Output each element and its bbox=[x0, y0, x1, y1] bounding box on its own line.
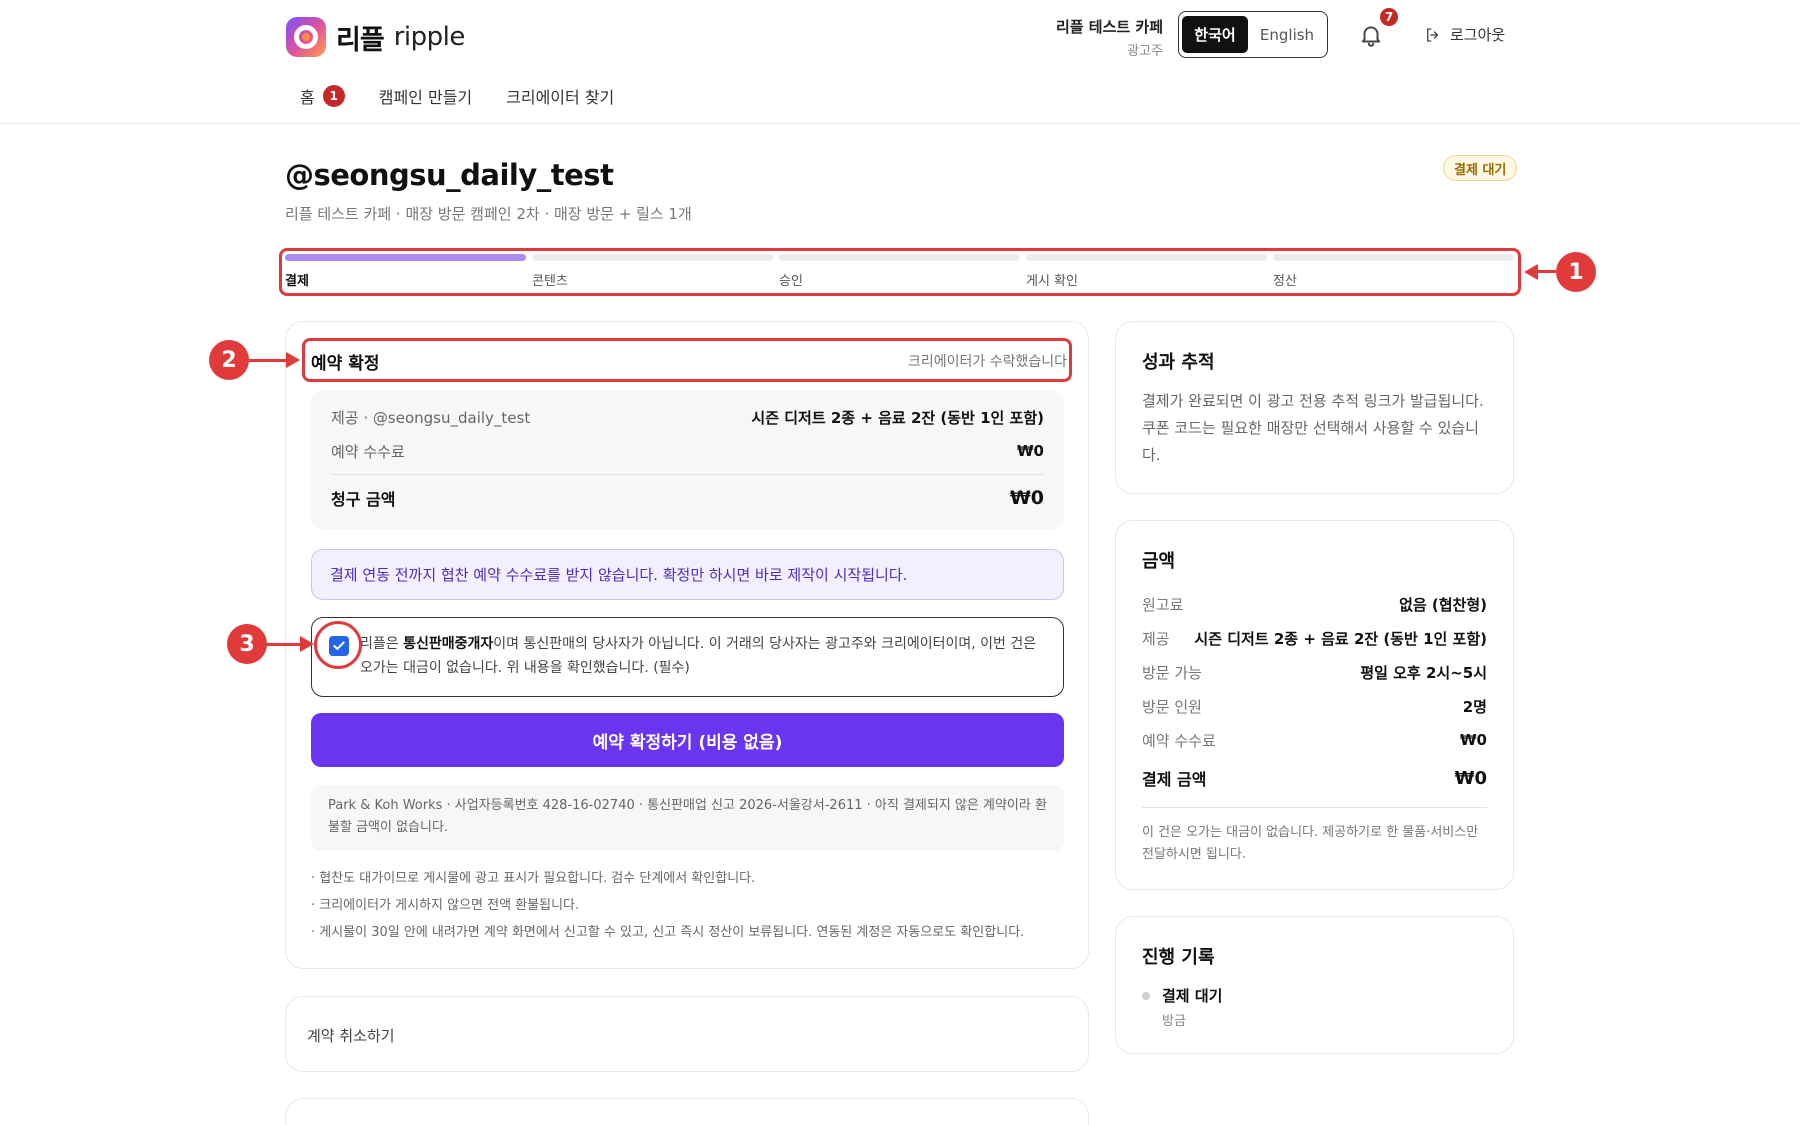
account-name: 리플 테스트 카페 bbox=[1055, 18, 1163, 36]
amount-total-label: 결제 금액 bbox=[1142, 770, 1207, 789]
amount-label: 방문 인원 bbox=[1142, 697, 1202, 716]
annotation-highlight-3 bbox=[314, 621, 362, 669]
logout-button[interactable]: 로그아웃 bbox=[1424, 24, 1505, 45]
amount-value: 없음 (협찬형) bbox=[1399, 595, 1487, 614]
annotation-arrow-2-line bbox=[249, 359, 289, 362]
policy-bullet: · 협찬도 대가이므로 게시물에 광고 표시가 필요합니다. 검수 단계에서 확… bbox=[311, 871, 756, 886]
ripple-logo-icon bbox=[286, 17, 326, 57]
tracking-title: 성과 추적 bbox=[1142, 352, 1215, 373]
tracking-card: 성과 추적 결제가 완료되면 이 광고 전용 추적 링크가 발급됩니다. 쿠폰 … bbox=[1115, 321, 1514, 494]
annotation-callout-3: 3 bbox=[227, 624, 267, 664]
amount-label: 방문 가능 bbox=[1142, 663, 1202, 682]
annotation-callout-2: 2 bbox=[209, 340, 249, 380]
history-item: 결제 대기 방금 bbox=[1142, 985, 1487, 1029]
main-nav: 홈 1 캠페인 만들기 크리에이터 찾기 bbox=[300, 84, 614, 108]
policy-bullets: · 협찬도 대가이므로 게시물에 광고 표시가 필요합니다. 검수 단계에서 확… bbox=[311, 865, 1071, 946]
annotation-highlight-1 bbox=[279, 248, 1521, 296]
amount-row: 방문 인원 2명 bbox=[1142, 689, 1487, 723]
summary-value: 시즌 디저트 2종 + 음료 2잔 (동반 1인 포함) bbox=[751, 408, 1044, 427]
additional-card bbox=[285, 1098, 1089, 1125]
amount-value: 2명 bbox=[1462, 697, 1487, 716]
policy-bullet: · 게시물이 30일 안에 내려가면 계약 화면에서 신고할 수 있고, 신고 … bbox=[311, 925, 1025, 940]
amount-row: 방문 가능 평일 오후 2시~5시 bbox=[1142, 655, 1487, 689]
summary-label: 예약 수수료 bbox=[331, 442, 405, 461]
lang-korean-button[interactable]: 한국어 bbox=[1182, 16, 1248, 53]
summary-value: ₩0 bbox=[1017, 442, 1044, 460]
status-badge: 결제 대기 bbox=[1443, 155, 1518, 181]
amount-total-value: ₩0 bbox=[1454, 767, 1487, 789]
divider bbox=[1142, 807, 1487, 808]
amount-title: 금액 bbox=[1142, 551, 1176, 572]
annotation-arrow-1-line bbox=[1536, 270, 1556, 273]
lang-english-button[interactable]: English bbox=[1250, 16, 1324, 53]
summary-row-offer: 제공 · @seongsu_daily_test 시즌 디저트 2종 + 음료 … bbox=[331, 400, 1044, 434]
confirm-reservation-button[interactable]: 예약 확정하기 (비용 없음) bbox=[311, 713, 1064, 767]
amount-row: 예약 수수료 ₩0 bbox=[1142, 723, 1487, 757]
history-item-time: 방금 bbox=[1162, 1014, 1186, 1029]
logo-text-en: ripple bbox=[393, 22, 466, 52]
amount-value: ₩0 bbox=[1460, 731, 1487, 749]
history-item-title: 결제 대기 bbox=[1162, 987, 1223, 1005]
language-toggle: 한국어 English bbox=[1178, 11, 1328, 58]
amount-total-row: 결제 금액 ₩0 bbox=[1142, 761, 1487, 795]
consent-box[interactable]: 리플은 통신판매중개자이며 통신판매의 당사자가 아닙니다. 이 거래의 당사자… bbox=[311, 617, 1064, 697]
amount-value: 평일 오후 2시~5시 bbox=[1360, 663, 1487, 682]
amount-label: 원고료 bbox=[1142, 595, 1184, 614]
amount-value: 시즌 디저트 2종 + 음료 2잔 (동반 1인 포함) bbox=[1194, 629, 1487, 648]
logout-icon bbox=[1427, 27, 1439, 42]
nav-home-label: 홈 bbox=[300, 88, 315, 107]
consent-text-pre: 리플은 bbox=[360, 636, 404, 652]
amount-row: 원고료 없음 (협찬형) bbox=[1142, 587, 1487, 621]
top-header: 리플 ripple 리플 테스트 카페 광고주 한국어 English 7 로그… bbox=[0, 0, 1800, 124]
policy-bullet: · 크리에이터가 게시하지 않으면 전액 환불됩니다. bbox=[311, 898, 580, 913]
amount-row: 제공 시즌 디저트 2종 + 음료 2잔 (동반 1인 포함) bbox=[1142, 621, 1487, 655]
notification-badge: 7 bbox=[1378, 6, 1400, 28]
bell-icon[interactable] bbox=[1358, 22, 1384, 48]
account-info: 리플 테스트 카페 광고주 bbox=[903, 16, 1163, 59]
consent-text-bold: 통신판매중개자 bbox=[403, 636, 494, 652]
summary-label: 제공 · @seongsu_daily_test bbox=[331, 408, 531, 427]
annotation-arrow-2 bbox=[286, 352, 300, 368]
annotation-highlight-2 bbox=[302, 338, 1072, 382]
account-role: 광고주 bbox=[1127, 44, 1163, 59]
logo-text-ko: 리플 bbox=[336, 24, 385, 56]
summary-row-fee: 예약 수수료 ₩0 bbox=[331, 434, 1044, 468]
reservation-summary: 제공 · @seongsu_daily_test 시즌 디저트 2종 + 음료 … bbox=[311, 391, 1064, 529]
nav-item-find-creator[interactable]: 크리에이터 찾기 bbox=[506, 84, 614, 108]
cancel-contract-button[interactable]: 계약 취소하기 bbox=[307, 1025, 395, 1046]
nav-home-badge: 1 bbox=[322, 85, 345, 107]
divider bbox=[331, 474, 1044, 475]
amount-label: 예약 수수료 bbox=[1142, 731, 1216, 750]
history-dot-icon bbox=[1142, 992, 1150, 1000]
amount-card: 금액 원고료 없음 (협찬형) 제공 시즌 디저트 2종 + 음료 2잔 (동반… bbox=[1115, 520, 1514, 890]
summary-row-total: 청구 금액 ₩0 bbox=[331, 481, 1044, 515]
amount-footnote: 이 건은 오가는 대금이 없습니다. 제공하기로 한 물품·서비스만 전달하시면… bbox=[1142, 825, 1479, 862]
nav-item-home[interactable]: 홈 1 bbox=[300, 84, 345, 108]
logout-label: 로그아웃 bbox=[1450, 26, 1506, 44]
tracking-text: 결제가 완료되면 이 광고 전용 추적 링크가 발급됩니다. 쿠폰 코드는 필요… bbox=[1142, 392, 1484, 464]
history-card: 진행 기록 결제 대기 방금 bbox=[1115, 916, 1514, 1054]
annotation-arrow-3-line bbox=[267, 643, 302, 646]
business-info: Park & Koh Works · 사업자등록번호 428-16-02740 … bbox=[311, 785, 1064, 851]
annotation-arrow-3 bbox=[300, 636, 314, 652]
fee-notice: 결제 연동 전까지 협찬 예약 수수료를 받지 않습니다. 확정만 하시면 바로… bbox=[311, 549, 1064, 600]
nav-item-create-campaign[interactable]: 캠페인 만들기 bbox=[379, 84, 472, 108]
summary-total-value: ₩0 bbox=[1009, 487, 1044, 509]
page-title: @seongsu_daily_test bbox=[285, 158, 614, 192]
cancel-contract-card[interactable]: 계약 취소하기 bbox=[285, 996, 1089, 1072]
page-subtitle: 리플 테스트 카페 · 매장 방문 캠페인 2차 · 매장 방문 + 릴스 1개 bbox=[285, 205, 692, 223]
ripple-logo[interactable]: 리플 ripple bbox=[286, 17, 465, 57]
annotation-callout-1: 1 bbox=[1556, 252, 1596, 292]
history-title: 진행 기록 bbox=[1142, 947, 1215, 968]
summary-total-label: 청구 금액 bbox=[331, 490, 396, 509]
amount-label: 제공 bbox=[1142, 629, 1170, 648]
